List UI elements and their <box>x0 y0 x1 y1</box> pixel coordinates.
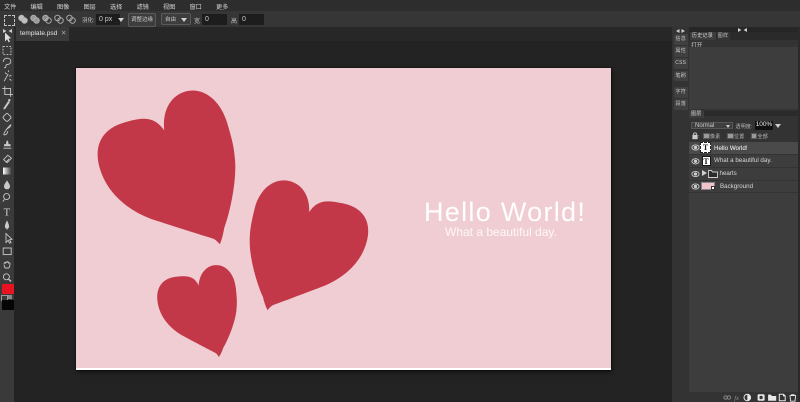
svg-text:T: T <box>4 207 11 218</box>
svg-text:fx: fx <box>734 395 739 402</box>
